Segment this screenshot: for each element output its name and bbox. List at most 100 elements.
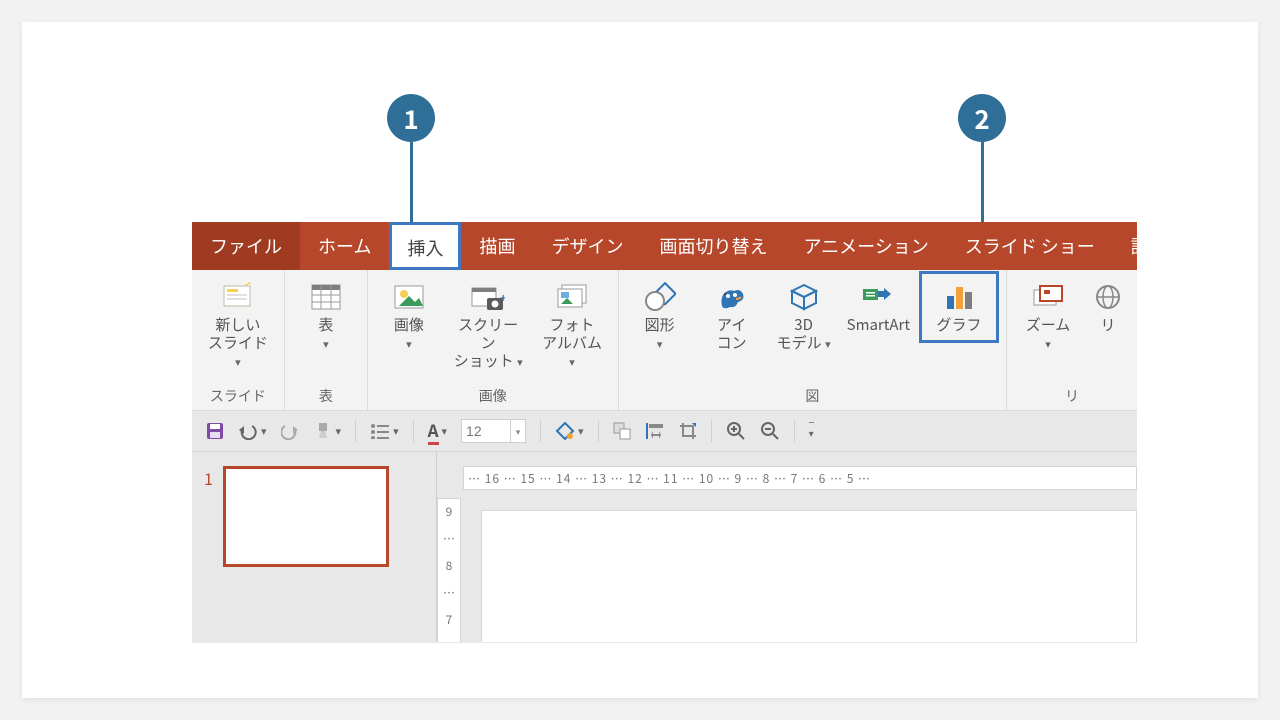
photo-album-label: フォトアルバム ▾ bbox=[538, 316, 605, 370]
zoom-icon bbox=[1031, 280, 1065, 314]
bullets-icon bbox=[370, 423, 390, 439]
slide-thumbnail-1[interactable]: 1 bbox=[204, 466, 424, 567]
photo-album-button[interactable]: フォトアルバム ▾ bbox=[534, 276, 609, 370]
icons-icon bbox=[715, 280, 749, 314]
picture-button[interactable]: 画像▾ bbox=[376, 276, 442, 352]
font-size-input[interactable] bbox=[461, 419, 511, 443]
align-button[interactable] bbox=[645, 421, 665, 441]
chart-label: グラフ bbox=[936, 316, 981, 334]
table-label: 表 bbox=[318, 314, 333, 335]
screenshot-icon: + bbox=[471, 280, 505, 314]
icons-button[interactable]: アイコン bbox=[699, 276, 765, 352]
work-area: 1 ⋯ 16 ⋯ 15 ⋯ 14 ⋯ 13 ⋯ 12 ⋯ 11 ⋯ 10 ⋯ 9… bbox=[192, 452, 1137, 643]
cube-icon bbox=[787, 280, 821, 314]
ribbon-group-tables-label: 表 bbox=[293, 384, 359, 406]
shape-fill-button[interactable]: ▾ bbox=[555, 422, 584, 440]
align-icon bbox=[645, 421, 665, 441]
vertical-ruler: 9 ⋯ 8 ⋯ 7 ⋯ 8 bbox=[437, 498, 461, 643]
ribbon-group-tables: 表▾ 表 bbox=[285, 270, 368, 410]
shapes-button[interactable]: 図形▾ bbox=[627, 276, 693, 352]
ribbon-group-images-label: 画像 bbox=[376, 384, 610, 406]
format-painter-button[interactable]: ▾ bbox=[313, 422, 342, 440]
zoom-out-button[interactable] bbox=[760, 421, 780, 441]
ribbon-group-illustrations-label: 図 bbox=[627, 384, 998, 406]
link-button[interactable]: リ bbox=[1087, 276, 1129, 334]
powerpoint-window: ファイル ホーム 挿入 描画 デザイン 画面切り替え アニメーション スライド … bbox=[192, 222, 1137, 643]
new-slide-button[interactable]: 新しいスライド ▾ bbox=[200, 276, 276, 370]
picture-icon bbox=[392, 280, 426, 314]
redo-button[interactable] bbox=[281, 422, 299, 440]
table-icon bbox=[309, 280, 343, 314]
font-size-dropdown[interactable]: ▾ bbox=[511, 419, 526, 443]
callout-1: 1 bbox=[387, 94, 435, 142]
crop-icon bbox=[679, 422, 697, 440]
qat-customize-button[interactable]: ▾ bbox=[809, 422, 814, 440]
ribbon-group-images: 画像▾ + スクリーンショット ▾ フォトアルバム ▾ bbox=[368, 270, 619, 410]
undo-icon bbox=[238, 422, 258, 440]
shapes-label: 図形 bbox=[645, 314, 675, 335]
slide-canvas-area: ⋯ 16 ⋯ 15 ⋯ 14 ⋯ 13 ⋯ 12 ⋯ 11 ⋯ 10 ⋯ 9 ⋯… bbox=[437, 452, 1137, 643]
new-slide-icon bbox=[221, 280, 255, 314]
shapes-icon bbox=[643, 280, 677, 314]
tab-home[interactable]: ホーム bbox=[300, 222, 389, 270]
new-slide-label: 新しいスライド ▾ bbox=[204, 316, 272, 370]
chart-button[interactable]: グラフ bbox=[922, 274, 996, 340]
smartart-icon bbox=[861, 280, 895, 314]
3d-models-button[interactable]: 3Dモデル ▾ bbox=[771, 276, 837, 352]
ribbon-group-slides: 新しいスライド ▾ スライド bbox=[192, 270, 285, 410]
arrange-icon bbox=[613, 422, 631, 440]
horizontal-ruler: ⋯ 16 ⋯ 15 ⋯ 14 ⋯ 13 ⋯ 12 ⋯ 11 ⋯ 10 ⋯ 9 ⋯… bbox=[463, 466, 1137, 490]
arrange-button[interactable] bbox=[613, 422, 631, 440]
zoom-label: ズーム bbox=[1026, 314, 1071, 335]
shape-fill-icon bbox=[555, 422, 575, 440]
picture-label: 画像 bbox=[394, 314, 424, 335]
tab-slideshow[interactable]: スライド ショー bbox=[947, 222, 1113, 270]
save-button[interactable] bbox=[206, 422, 224, 440]
ribbon-group-links-label: リ bbox=[1015, 384, 1129, 406]
callout-1-line bbox=[410, 142, 413, 222]
icons-label: アイコン bbox=[717, 316, 747, 352]
table-button[interactable]: 表▾ bbox=[293, 276, 359, 352]
zoom-in-icon bbox=[726, 421, 746, 441]
ribbon-group-slides-label: スライド bbox=[200, 384, 276, 406]
smartart-label: SmartArt bbox=[847, 316, 910, 334]
screenshot-label: スクリーンショット ▾ bbox=[452, 316, 525, 370]
slide-thumbnail-pane: 1 bbox=[192, 452, 437, 643]
tab-transition[interactable]: 画面切り替え bbox=[641, 222, 785, 270]
font-size-box[interactable]: ▾ bbox=[461, 419, 526, 443]
slide-number: 1 bbox=[204, 466, 213, 490]
ribbon-group-illustrations: 図形▾ アイコン 3Dモデル ▾ bbox=[619, 270, 1007, 410]
tab-insert[interactable]: 挿入 bbox=[389, 222, 461, 270]
redo-icon bbox=[281, 422, 299, 440]
quick-access-toolbar: ▾ ▾ ▾ A▾ ▾ ▾ ▾ bbox=[192, 411, 1137, 452]
ribbon-group-links: ズーム▾ リ リ bbox=[1007, 270, 1137, 410]
svg-text:+: + bbox=[500, 290, 505, 306]
tab-animation[interactable]: アニメーション bbox=[785, 222, 946, 270]
slide-thumbnail-preview bbox=[223, 466, 389, 567]
link-label: リ bbox=[1100, 316, 1115, 334]
callout-2: 2 bbox=[958, 94, 1006, 142]
slide-canvas[interactable] bbox=[481, 510, 1137, 643]
photo-album-icon bbox=[555, 280, 589, 314]
instruction-card: 1 2 ファイル ホーム 挿入 描画 デザイン 画面切り替え アニメーション ス… bbox=[22, 22, 1258, 698]
chart-icon bbox=[942, 280, 976, 314]
tab-design[interactable]: デザイン bbox=[533, 222, 641, 270]
tab-file[interactable]: ファイル bbox=[192, 222, 300, 270]
zoom-in-button[interactable] bbox=[726, 421, 746, 441]
brush-icon bbox=[313, 422, 333, 440]
tab-draw[interactable]: 描画 bbox=[461, 222, 533, 270]
crop-button[interactable] bbox=[679, 422, 697, 440]
save-icon bbox=[206, 422, 224, 440]
globe-icon bbox=[1091, 280, 1125, 314]
bullets-button[interactable]: ▾ bbox=[370, 423, 399, 439]
zoom-out-icon bbox=[760, 421, 780, 441]
undo-button[interactable]: ▾ bbox=[238, 422, 267, 440]
zoom-button[interactable]: ズーム▾ bbox=[1015, 276, 1081, 352]
smartart-button[interactable]: SmartArt bbox=[843, 276, 914, 334]
screenshot-button[interactable]: + スクリーンショット ▾ bbox=[448, 276, 529, 370]
tab-record[interactable]: 記録 bbox=[1113, 222, 1137, 270]
ribbon: 新しいスライド ▾ スライド 表▾ 表 bbox=[192, 270, 1137, 411]
ribbon-tab-strip: ファイル ホーム 挿入 描画 デザイン 画面切り替え アニメーション スライド … bbox=[192, 222, 1137, 270]
3d-models-label: 3Dモデル ▾ bbox=[777, 316, 831, 352]
font-color-button[interactable]: A▾ bbox=[428, 417, 447, 445]
